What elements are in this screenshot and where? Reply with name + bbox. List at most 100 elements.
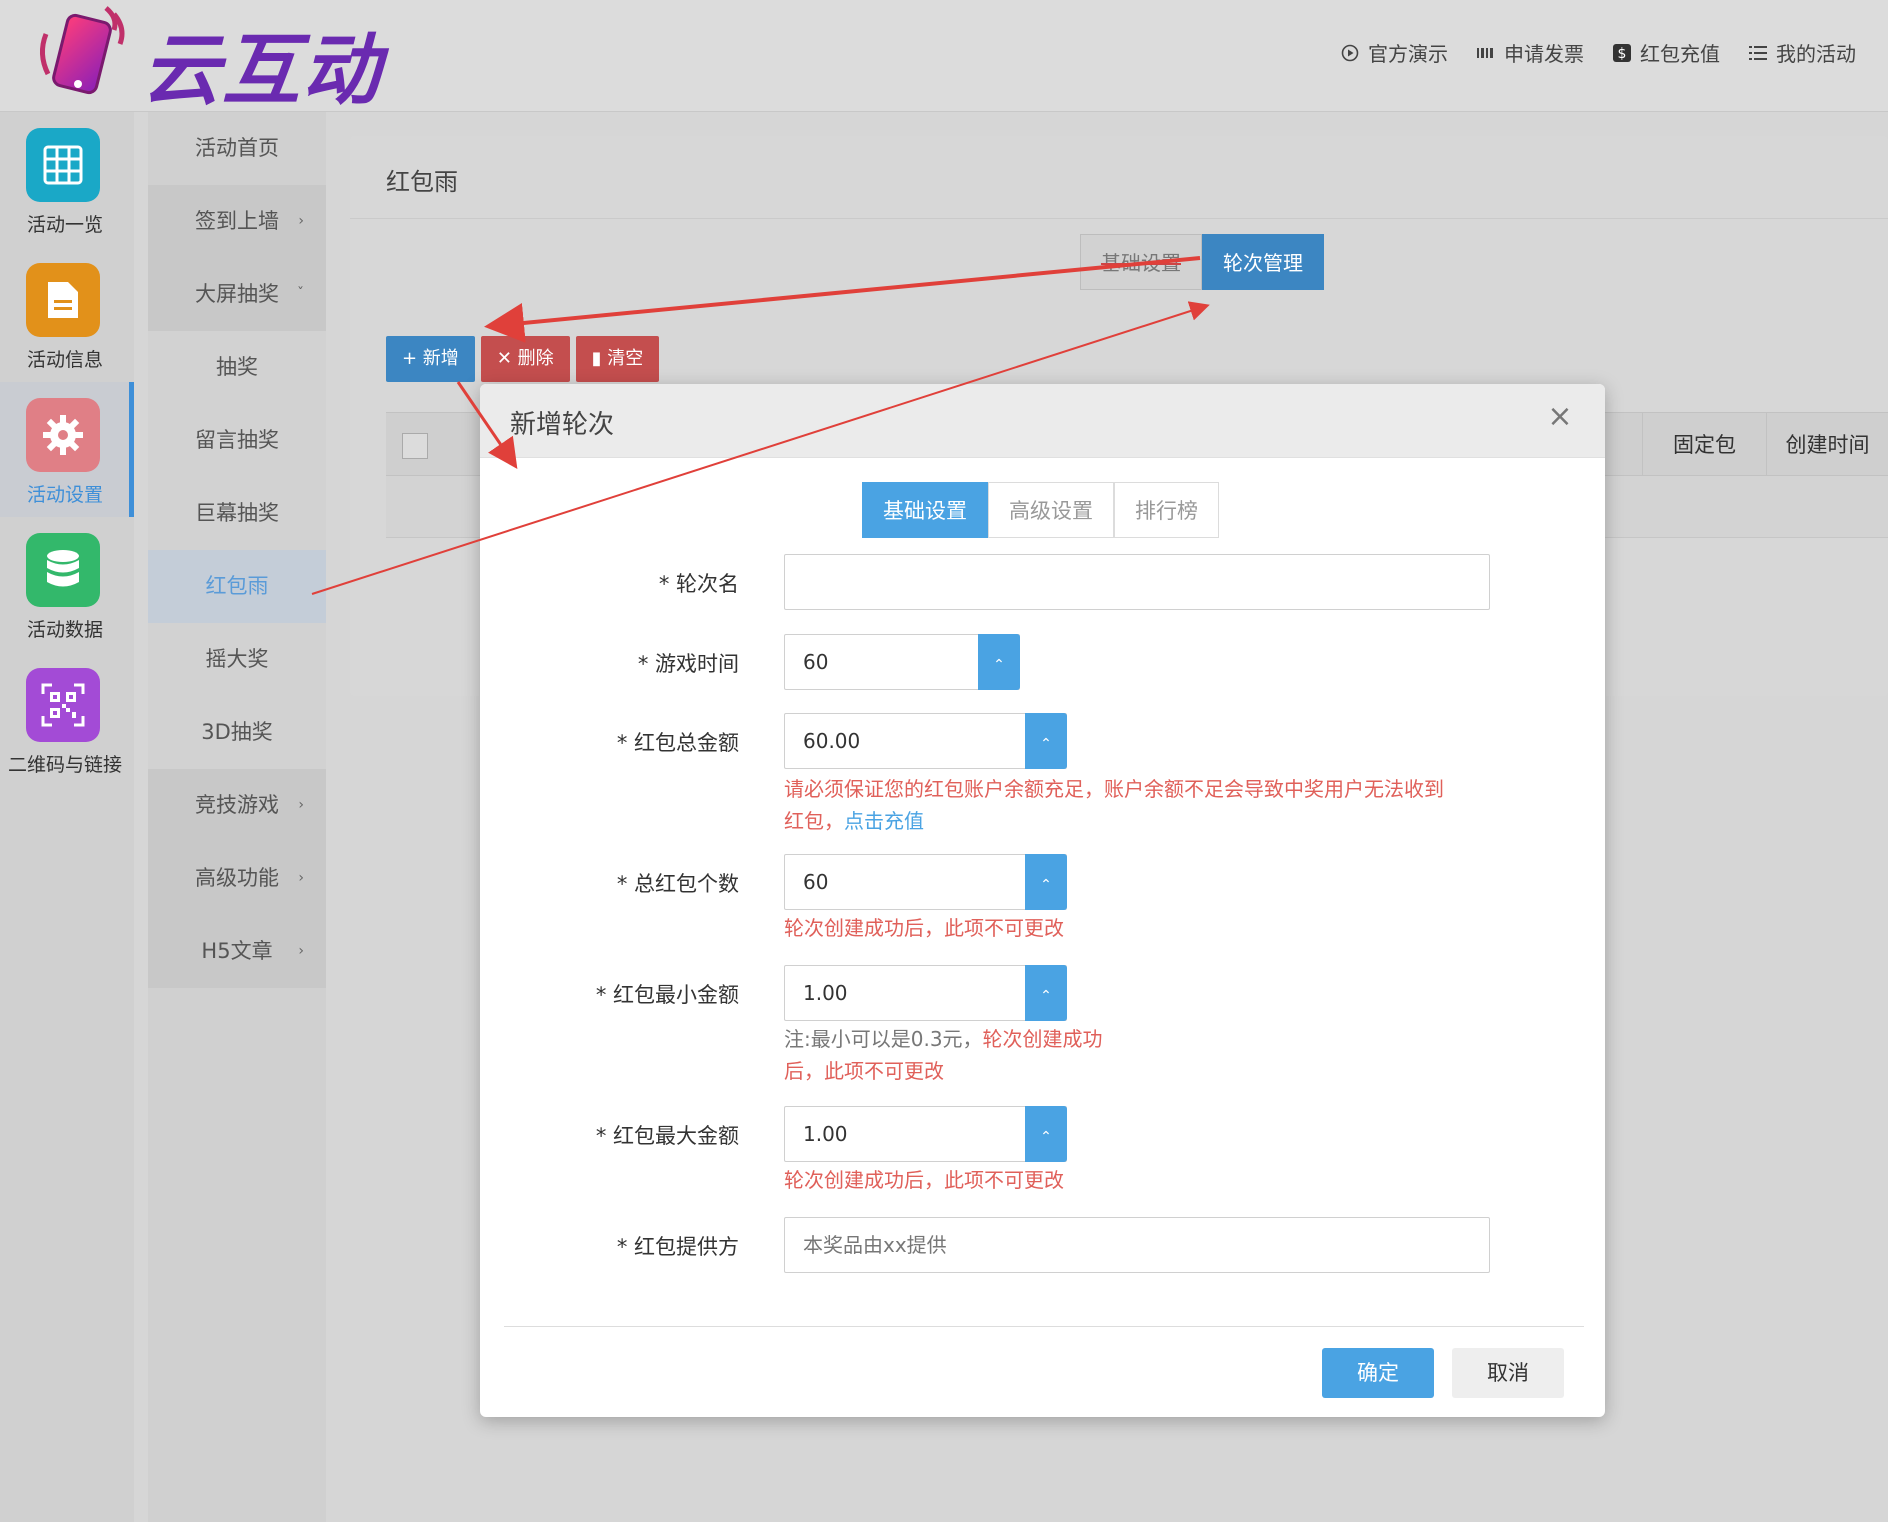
sidebar-item-qrcode-links[interactable]: 二维码与链接 <box>0 652 134 787</box>
total-count-value: 60 <box>803 870 829 894</box>
chevron-up-icon[interactable]: ⌃ <box>1040 858 1052 912</box>
hint-text: 红包， <box>784 809 844 833</box>
svg-text:$: $ <box>1618 46 1627 62</box>
subnav-label: 签到上墙 <box>195 209 279 233</box>
tab-basic-settings[interactable]: 基础设置 <box>862 482 988 538</box>
subnav-item-h5-articles[interactable]: H5文章 › <box>148 915 326 988</box>
total-amount-input[interactable]: 60.00 ⌃ ⌄ <box>784 713 1067 806</box>
icon-sidebar: 活动一览 活动信息 活动设置 活动数据 二维码与链接 <box>0 112 134 1522</box>
main-tabs: 基础设置 轮次管理 <box>1080 234 1324 290</box>
subnav-item-lottery[interactable]: 抽奖 <box>148 331 326 404</box>
hint-line: 后，此项不可更改 <box>784 1059 944 1083</box>
min-amount-stepper[interactable]: ⌃ ⌄ <box>1025 965 1067 1058</box>
tab-advanced-settings[interactable]: 高级设置 <box>988 482 1114 538</box>
column-header-fixed-packet: 固定包 <box>1642 413 1766 477</box>
confirm-button[interactable]: 确定 <box>1322 1348 1434 1398</box>
subnav-label: 抽奖 <box>216 355 258 379</box>
subnav-item-advanced-features[interactable]: 高级功能 › <box>148 842 326 915</box>
subnav-item-competitive-games[interactable]: 竞技游戏 › <box>148 769 326 842</box>
nav-my-activities[interactable]: 我的活动 <box>1748 38 1856 67</box>
sidebar-item-activity-info[interactable]: 活动信息 <box>0 247 134 382</box>
chevron-right-icon: › <box>298 797 304 813</box>
chevron-up-icon[interactable]: ⌃ <box>1040 717 1052 771</box>
total-amount-value: 60.00 <box>803 729 861 753</box>
subnav-item-message-lottery[interactable]: 留言抽奖 <box>148 404 326 477</box>
chevron-up-icon[interactable]: ⌃ <box>1040 1110 1052 1164</box>
nav-redpacket-recharge[interactable]: $ 红包充值 <box>1612 38 1720 67</box>
total-count-label: * 总红包个数 <box>616 872 739 896</box>
min-amount-value: 1.00 <box>803 981 848 1005</box>
delete-button[interactable]: ✕ 删除 <box>480 336 570 382</box>
tab-round-management[interactable]: 轮次管理 <box>1202 234 1324 290</box>
min-amount-hint: 注:最小可以是0.3元，轮次创建成功 后，此项不可更改 <box>784 1023 1103 1087</box>
subnav-item-big-screen-lottery[interactable]: 大屏抽奖 ˇ <box>148 258 326 331</box>
chevron-up-icon[interactable]: ⌃ <box>1040 969 1052 1023</box>
close-icon[interactable]: × <box>1545 402 1575 432</box>
list-icon <box>1748 43 1768 63</box>
hint-line: 红包，点击充值 <box>784 805 1444 837</box>
nav-official-demo[interactable]: 官方演示 <box>1340 38 1448 67</box>
nav-label: 官方演示 <box>1368 42 1448 66</box>
total-count-input[interactable]: 60 ⌃ ⌄ <box>784 854 1067 947</box>
select-all-checkbox[interactable] <box>402 433 428 459</box>
sidebar-label: 活动信息 <box>26 349 103 371</box>
chevron-right-icon: › <box>298 213 304 229</box>
min-amount-label: * 红包最小金额 <box>595 983 739 1007</box>
sidebar-item-activity-data[interactable]: 活动数据 <box>0 517 134 652</box>
total-amount-label: * 红包总金额 <box>616 731 739 755</box>
nav-apply-invoice[interactable]: 申请发票 <box>1476 38 1584 67</box>
subnav-item-activity-home[interactable]: 活动首页 <box>148 112 326 185</box>
max-amount-hint: 轮次创建成功后，此项不可更改 <box>784 1168 1064 1192</box>
divider <box>350 218 1888 219</box>
nav-label: 我的活动 <box>1776 42 1856 66</box>
recharge-link[interactable]: 点击充值 <box>844 809 924 833</box>
round-name-label: * 轮次名 <box>658 572 739 596</box>
total-count-hint: 轮次创建成功后，此项不可更改 <box>784 916 1064 940</box>
add-button[interactable]: + 新增 <box>386 336 475 382</box>
game-time-stepper[interactable]: ⌃⌄ <box>978 634 1020 727</box>
sidebar-label: 活动设置 <box>26 484 103 506</box>
subnav-label: 摇大奖 <box>205 647 269 671</box>
chevron-right-icon: › <box>298 870 304 886</box>
cancel-button[interactable]: 取消 <box>1452 1348 1564 1398</box>
game-time-input[interactable]: 60 ⌃⌄ <box>784 634 1020 727</box>
total-count-stepper[interactable]: ⌃ ⌄ <box>1025 854 1067 947</box>
total-amount-stepper[interactable]: ⌃ ⌄ <box>1025 713 1067 806</box>
logo-icon[interactable] <box>28 4 132 104</box>
dialog-title: 新增轮次 <box>510 410 615 440</box>
divider <box>504 1326 1584 1327</box>
subnav-label: 活动首页 <box>195 136 279 160</box>
chevron-up-icon[interactable]: ⌃ <box>993 638 1005 692</box>
brand-name: 云互动 <box>142 26 383 116</box>
nav-label: 申请发票 <box>1504 42 1584 66</box>
dialog-header: 新增轮次 × <box>480 384 1605 458</box>
provider-input[interactable]: 本奖品由xx提供 <box>784 1217 1490 1273</box>
max-amount-label: * 红包最大金额 <box>595 1124 739 1148</box>
subnav-item-checkin-wall[interactable]: 签到上墙 › <box>148 185 326 258</box>
max-amount-value: 1.00 <box>803 1122 848 1146</box>
sidebar-item-activity-settings[interactable]: 活动设置 <box>0 382 134 517</box>
subnav-item-giant-screen-lottery[interactable]: 巨幕抽奖 <box>148 477 326 550</box>
min-amount-input[interactable]: 1.00 ⌃ ⌄ <box>784 965 1067 1058</box>
round-name-input[interactable] <box>784 554 1490 610</box>
subnav-label: 巨幕抽奖 <box>195 501 279 525</box>
sidebar-item-activity-overview[interactable]: 活动一览 <box>0 112 134 247</box>
max-amount-stepper[interactable]: ⌃ ⌄ <box>1025 1106 1067 1199</box>
total-amount-hint: 请必须保证您的红包账户余额充足，账户余额不足会导致中奖用户无法收到 红包，点击充… <box>784 773 1444 837</box>
qrcode-icon <box>26 668 100 742</box>
tab-basic-settings[interactable]: 基础设置 <box>1080 234 1202 290</box>
game-time-value: 60 <box>803 650 829 674</box>
tab-leaderboard[interactable]: 排行榜 <box>1114 482 1219 538</box>
add-round-dialog: 新增轮次 × 基础设置 高级设置 排行榜 * 轮次名 * 游戏时间 60 ⌃⌄ … <box>480 384 1605 1417</box>
max-amount-input[interactable]: 1.00 ⌃ ⌄ <box>784 1106 1067 1199</box>
clear-button[interactable]: ▮ 清空 <box>575 336 660 382</box>
subnav-item-shake-prize[interactable]: 摇大奖 <box>148 623 326 696</box>
play-circle-icon <box>1340 43 1360 63</box>
subnav-item-red-packet-rain[interactable]: 红包雨 <box>148 550 326 623</box>
secondary-sidebar: 活动首页 签到上墙 › 大屏抽奖 ˇ 抽奖 留言抽奖 巨幕抽奖 红包雨 摇大奖 3D… <box>148 112 326 1522</box>
subnav-label: 竞技游戏 <box>195 793 279 817</box>
subnav-label: 红包雨 <box>205 574 269 598</box>
trash-icon: ▮ <box>591 348 608 369</box>
subnav-item-3d-lottery[interactable]: 3D抽奖 <box>148 696 326 769</box>
clear-label: 清空 <box>607 348 644 369</box>
